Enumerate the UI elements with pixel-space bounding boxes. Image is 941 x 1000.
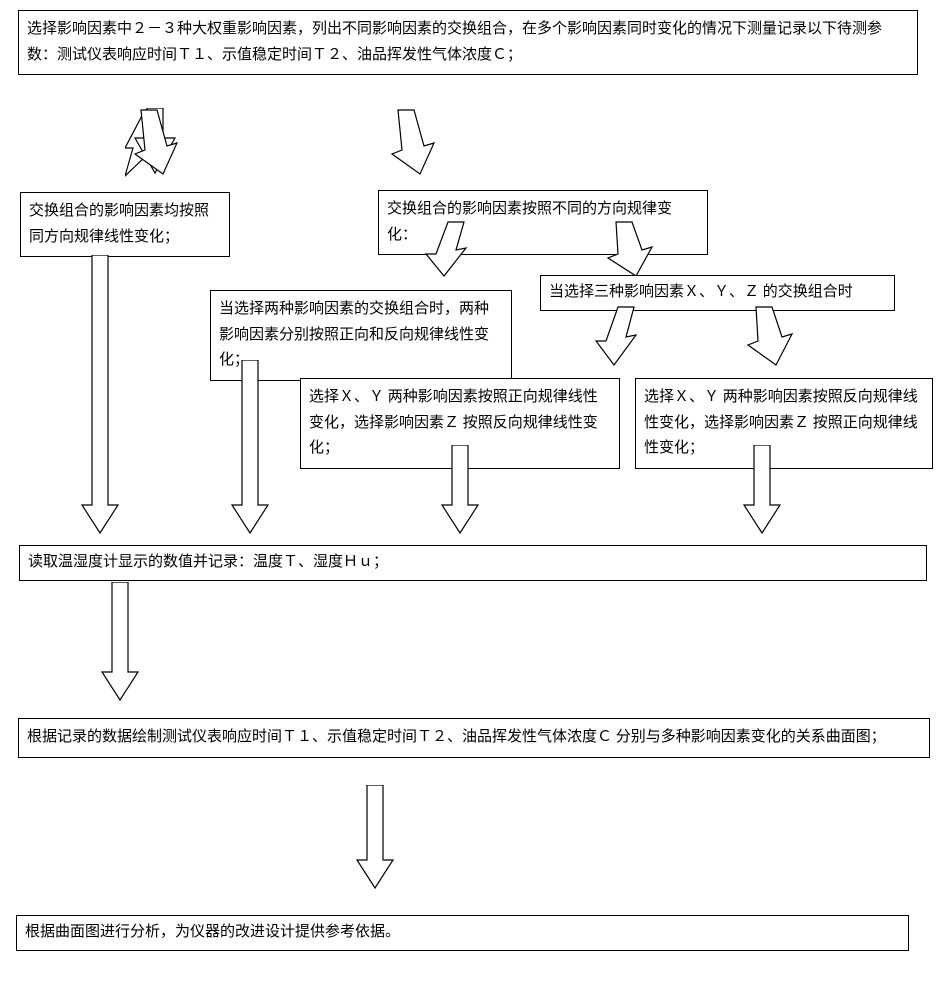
step-text: 当选择两种影响因素的交换组合时，两种影响因素分别按照正向和反向规律线性变化； xyxy=(219,301,489,368)
step-text: 根据曲面图进行分析，为仪器的改进设计提供参考依据。 xyxy=(25,924,400,940)
arrow-b8-to-b9 xyxy=(100,582,140,702)
arrow-b4-to-b8 xyxy=(230,360,270,535)
step-select-factors: 选择影响因素中２－３种大权重影响因素，列出不同影响因素的交换组合，在多个影响因素… xyxy=(18,10,918,75)
arrow-b6-to-b8 xyxy=(440,445,480,535)
arrow-b5-to-b7 xyxy=(740,305,800,370)
step-same-direction: 交换组合的影响因素均按照同方向规律线性变化； xyxy=(20,192,230,257)
step-text: 当选择三种影响因素Ｘ、Ｙ、Ｚ 的交换组合时 xyxy=(549,284,853,300)
step-xy-neg-z-pos: 选择Ｘ、Ｙ 两种影响因素按照反向规律线性变化，选择影响因素Ｚ 按照正向规律线性变… xyxy=(635,378,933,469)
arrow-b5-to-b6 xyxy=(590,305,650,370)
arrow-b3-to-b5 xyxy=(600,220,660,280)
arrow-b9-to-b10 xyxy=(355,785,395,890)
arrow-b3-to-b4 xyxy=(420,220,480,280)
step-read-temp-humidity: 读取温湿度计显示的数值并记录：温度Ｔ、湿度Ｈｕ； xyxy=(19,545,927,581)
arrow-b2-to-b8 xyxy=(80,255,120,535)
step-text: 读取温湿度计显示的数值并记录：温度Ｔ、湿度Ｈｕ； xyxy=(28,554,388,570)
step-text: 根据记录的数据绘制测试仪表响应时间Ｔ１、示值稳定时间Ｔ２、油品挥发性气体浓度Ｃ … xyxy=(27,729,886,745)
step-plot-curves: 根据记录的数据绘制测试仪表响应时间Ｔ１、示值稳定时间Ｔ２、油品挥发性气体浓度Ｃ … xyxy=(18,718,930,758)
arrow-b7-to-b8 xyxy=(742,445,782,535)
step-analyze: 根据曲面图进行分析，为仪器的改进设计提供参考依据。 xyxy=(16,915,909,951)
arrow-b1-to-b3 xyxy=(382,108,442,178)
step-text: 选择影响因素中２－３种大权重影响因素，列出不同影响因素的交换组合，在多个影响因素… xyxy=(27,21,882,63)
step-text: 交换组合的影响因素均按照同方向规律线性变化； xyxy=(29,203,209,245)
arrow-b1-to-b2-alt xyxy=(125,108,185,178)
